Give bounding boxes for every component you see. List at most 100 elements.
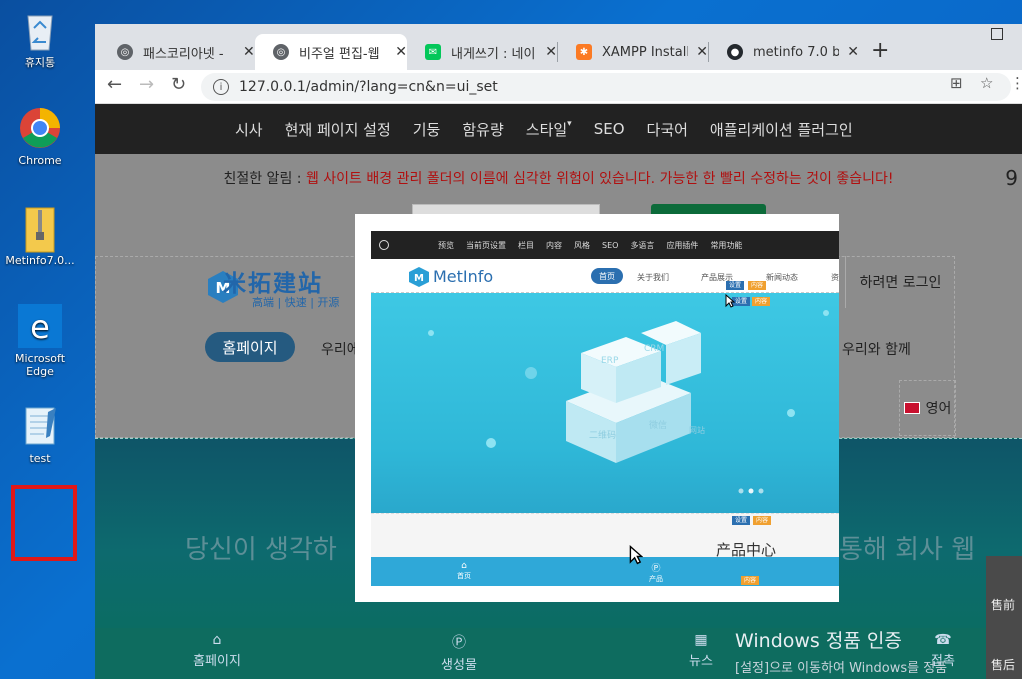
globe-icon: ◎: [117, 44, 133, 60]
zip-folder-icon: [18, 206, 62, 253]
url-text: 127.0.0.1/admin/?lang=cn&n=ui_set: [239, 79, 498, 95]
forward-icon[interactable]: →: [139, 74, 154, 95]
edge-icon: e: [18, 304, 62, 348]
preview-popup: 预览 当前页设置 栏目 内容 风格 SEO 多语言 应用插件 常用功能 M Me…: [355, 214, 839, 602]
preview-circle-icon: [379, 240, 389, 250]
new-tab-button[interactable]: +: [871, 38, 889, 63]
close-icon[interactable]: ✕: [847, 44, 859, 60]
preview-bottom-label: 产品: [649, 575, 663, 583]
maximize-icon[interactable]: [991, 28, 1003, 40]
star-icon[interactable]: ☆: [980, 74, 993, 92]
desktop-icon-test[interactable]: test: [0, 404, 80, 465]
preview-nav-item[interactable]: 多语言: [630, 240, 654, 251]
preview-top-nav: 预览 当前页设置 栏目 内容 风格 SEO 多语言 应用插件 常用功能: [371, 231, 839, 259]
preview-set-tag[interactable]: 设置: [732, 516, 751, 525]
tab-visual-edit[interactable]: ◎ 비주얼 편집-웹 ✕: [255, 34, 407, 70]
preview-menu-item[interactable]: 资: [831, 272, 839, 283]
nav-item-plugins[interactable]: 애플리케이션 플러그인: [710, 119, 853, 140]
preview-nav-item[interactable]: 常用功能: [710, 240, 742, 251]
xampp-icon: ✱: [576, 44, 592, 60]
bottom-nav-news[interactable]: ▦ 뉴스: [661, 632, 741, 669]
nav-item-multilang[interactable]: 다국어: [647, 119, 688, 140]
home-icon: ⌂: [461, 561, 467, 571]
preview-nav-home[interactable]: 首页: [591, 268, 623, 284]
reload-icon[interactable]: ↻: [171, 74, 186, 95]
tab-title: 패스코리아넷 -: [143, 46, 224, 62]
close-icon[interactable]: ✕: [696, 44, 708, 60]
url-input[interactable]: i 127.0.0.1/admin/?lang=cn&n=ui_set: [201, 73, 1011, 101]
preview-menu-item[interactable]: 新闻动态: [766, 272, 798, 283]
preview-bottom-home[interactable]: ⌂ 首页: [457, 561, 471, 581]
desktop-icon-edge[interactable]: e Microsoft Edge: [0, 304, 80, 378]
preview-nav-item[interactable]: 应用插件: [666, 240, 698, 251]
preview-content-tag[interactable]: 内容: [748, 281, 767, 290]
preview-content-tag[interactable]: 内容: [752, 297, 771, 306]
site-logo-text: 米拓建站: [223, 271, 323, 297]
notice-warning: 웹 사이트 배경 관리 폴더의 이름에 심각한 위험이 있습니다. 가능한 한 …: [305, 171, 894, 187]
nav-item-preview[interactable]: 시사: [235, 119, 263, 140]
tab-naver-mail[interactable]: ✉ 내게쓰기 : 네이 ✕: [407, 34, 557, 70]
preview-nav-item[interactable]: SEO: [602, 241, 618, 250]
bottom-nav-product[interactable]: Ⓟ 생성물: [419, 632, 499, 673]
menu-icon[interactable]: ⋮: [1010, 74, 1022, 92]
preview-nav-item[interactable]: 风格: [574, 240, 590, 251]
desktop-icon-recycle-bin[interactable]: 휴지통: [0, 8, 80, 69]
address-bar: ← → ↻ i 127.0.0.1/admin/?lang=cn&n=ui_se…: [95, 70, 1022, 104]
notepad-icon: [18, 404, 62, 448]
translate-icon[interactable]: ⊞: [950, 74, 963, 92]
preview-hero: ERP CRM 二维码 微信 网站: [371, 293, 839, 513]
login-link[interactable]: 하려면 로그인: [845, 256, 955, 308]
preview-content-tag[interactable]: 内容: [753, 516, 772, 525]
hero-text-left: 당신이 생각하: [185, 535, 337, 565]
tab-xampp[interactable]: ✱ XAMPP Installer ✕: [558, 34, 708, 70]
grid-icon: ▦: [694, 632, 708, 648]
tab-github-metinfo[interactable]: ● metinfo 7.0 beta ✕: [709, 34, 859, 70]
nav-item-content[interactable]: 함유량: [462, 119, 503, 140]
tab-title: 내게쓰기 : 네이: [451, 46, 536, 62]
tab-title: 비주얼 편집-웹: [299, 46, 380, 62]
bottom-nav-label: 뉴스: [689, 654, 713, 669]
tab-title: metinfo 7.0 beta: [753, 44, 840, 60]
preview-nav-item[interactable]: 当前页设置: [466, 240, 506, 251]
aftersale-button[interactable]: 售后: [991, 656, 1015, 673]
tab-strip: ◎ 패스코리아넷 - ✕ ◎ 비주얼 편집-웹 ✕ ✉ 내게쓰기 : 네이 ✕ …: [95, 24, 1022, 70]
nav-item-page-settings[interactable]: 현재 페이지 설정: [285, 119, 391, 140]
back-icon[interactable]: ←: [107, 74, 122, 95]
bottom-nav-home[interactable]: ⌂ 홈페이지: [177, 632, 257, 669]
close-icon[interactable]: ✕: [243, 44, 255, 60]
nav-item-style[interactable]: 스타일▾: [526, 119, 572, 140]
mouse-cursor-icon: [725, 294, 735, 308]
recycle-bin-icon: [18, 8, 62, 52]
preview-nav-item[interactable]: 栏目: [518, 240, 534, 251]
close-icon[interactable]: ✕: [395, 44, 407, 60]
preview-menu-item[interactable]: 关于我们: [637, 272, 669, 283]
preview-set-tag[interactable]: 设置: [726, 281, 745, 290]
tab-title: XAMPP Installer: [602, 44, 688, 60]
nav-item-style-label: 스타일: [525, 120, 568, 139]
language-switch[interactable]: 영어: [899, 380, 956, 436]
admin-top-nav: 시사 현재 페이지 설정 기둥 함유량 스타일▾ SEO 다국어 애플리케이션 …: [95, 104, 1022, 154]
hero-isometric-illustration: ERP CRM 二维码 微信 网站: [428, 310, 829, 494]
metinfo-logo-icon: M: [409, 267, 429, 287]
preview-nav-item[interactable]: 内容: [546, 240, 562, 251]
nav-item-column[interactable]: 기둥: [413, 119, 441, 140]
close-icon[interactable]: ✕: [545, 44, 557, 60]
windows-activation-watermark: Windows 정품 인증 [설정]으로 이동하여 Windows를 정품: [735, 626, 947, 676]
site-logo-subtitle: 高端 | 快速 | 开源: [252, 296, 340, 309]
product-icon: Ⓟ: [651, 564, 661, 574]
desktop-icon-metinfo-zip[interactable]: Metinfo7.0...: [0, 206, 80, 267]
desktop-icon-chrome[interactable]: Chrome: [0, 106, 80, 167]
preview-bottom-product[interactable]: Ⓟ 产品: [649, 561, 663, 584]
flag-icon: [903, 402, 920, 414]
caret-down-icon: ▾: [567, 118, 572, 129]
tab-paskorea[interactable]: ◎ 패스코리아넷 - ✕: [99, 34, 255, 70]
site-nav-contact[interactable]: 우리와 함께: [842, 339, 911, 359]
info-icon[interactable]: i: [213, 79, 229, 95]
preview-content-tag[interactable]: 内容: [741, 576, 760, 585]
presale-button[interactable]: 售前: [991, 596, 1015, 613]
site-nav-about[interactable]: 우리에: [321, 339, 360, 359]
svg-text:M: M: [414, 273, 424, 284]
nav-item-seo[interactable]: SEO: [594, 120, 625, 138]
preview-nav-item[interactable]: 预览: [438, 240, 454, 251]
site-nav-home[interactable]: 홈페이지: [205, 332, 295, 362]
